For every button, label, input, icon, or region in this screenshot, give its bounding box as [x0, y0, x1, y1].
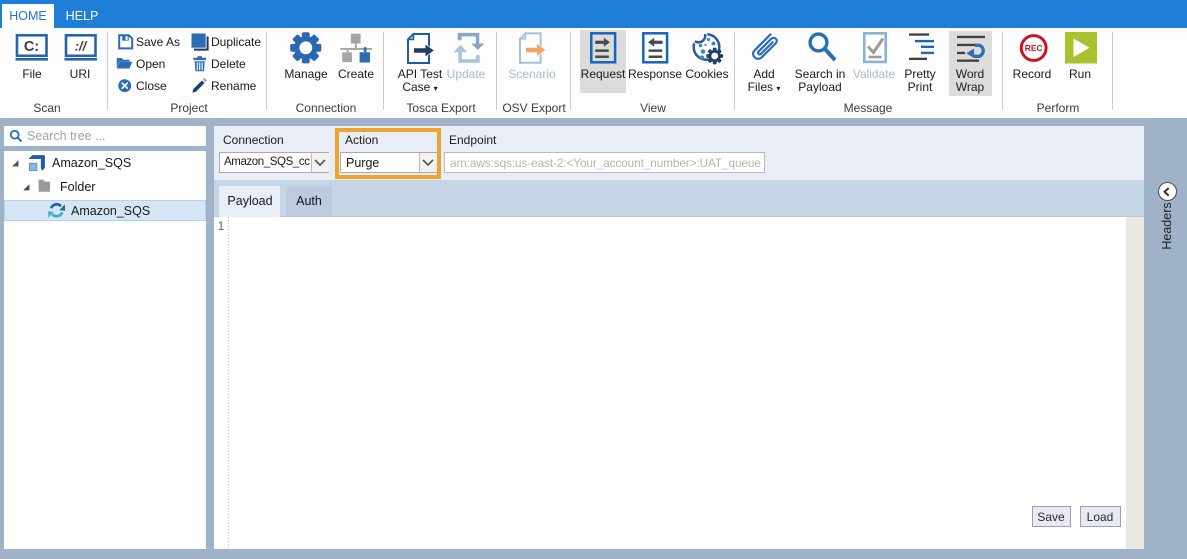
- svg-text:://: ://: [75, 39, 88, 54]
- svg-text:REC: REC: [1025, 43, 1043, 53]
- svg-text:C:: C:: [24, 39, 39, 55]
